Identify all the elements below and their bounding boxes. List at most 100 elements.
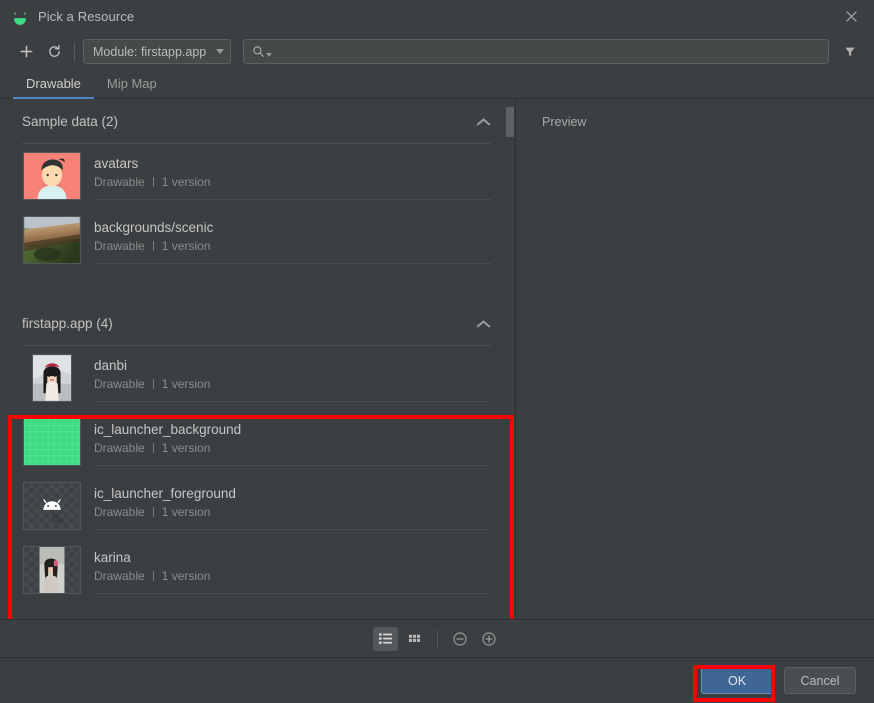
karina-thumb — [23, 546, 81, 594]
list-item-type: Drawable — [94, 239, 145, 253]
list-item-type: Drawable — [94, 175, 145, 189]
danbi-thumb — [32, 354, 72, 402]
list-item-text: ic_launcher_background Drawable 1 versio… — [94, 418, 491, 466]
zoom-out-button[interactable] — [448, 627, 473, 651]
list-view-button[interactable] — [372, 626, 398, 651]
cancel-button[interactable]: Cancel — [784, 667, 856, 694]
list-item-versions: 1 version — [161, 505, 211, 519]
launcher-bg-thumb — [23, 418, 81, 466]
subtitle-separator — [152, 571, 154, 581]
list-item-text: karina Drawable 1 version — [94, 546, 491, 594]
view-mode-toolbar — [0, 619, 874, 657]
list-item-subtitle: Drawable 1 version — [94, 175, 491, 189]
zoom-in-icon — [482, 631, 496, 646]
filter-button[interactable] — [837, 39, 863, 65]
list-item-subtitle: Drawable 1 version — [94, 441, 491, 455]
list-item-versions: 1 version — [161, 377, 211, 391]
thumbnail-wrapper — [22, 417, 82, 467]
list-item[interactable]: danbi Drawable 1 version — [0, 346, 515, 410]
tab-drawable-label: Drawable — [26, 76, 81, 91]
search-options-caret-icon — [266, 52, 273, 57]
sample-data-list: avatars Drawable 1 version backgrounds/s… — [0, 144, 515, 272]
search-icon[interactable] — [252, 45, 273, 58]
subtitle-separator — [152, 443, 154, 453]
module-selector[interactable]: Module: firstapp.app — [83, 39, 232, 64]
list-item-name: ic_launcher_background — [94, 422, 242, 437]
scenic-thumb — [23, 216, 81, 264]
section-title-sample-data: Sample data (2) — [22, 113, 119, 129]
list-item-subtitle: Drawable 1 version — [94, 377, 491, 391]
list-item[interactable]: karina Drawable 1 version — [0, 538, 515, 602]
thumbnail-wrapper — [22, 215, 82, 265]
subtitle-separator — [152, 241, 154, 251]
list-item[interactable]: ic_launcher_background Drawable 1 versio… — [0, 410, 515, 474]
preview-label: Preview — [542, 115, 587, 129]
window-titlebar: Pick a Resource — [0, 0, 874, 33]
tab-drawable[interactable]: Drawable — [13, 76, 94, 99]
list-item-name: backgrounds/scenic — [94, 220, 214, 235]
tab-mipmap[interactable]: Mip Map — [94, 76, 170, 98]
scrollbar-thumb[interactable] — [506, 107, 514, 137]
android-icon — [14, 11, 26, 25]
launcher-fg-thumb — [23, 482, 81, 530]
list-item-subtitle: Drawable 1 version — [94, 505, 491, 519]
list-item-type: Drawable — [94, 569, 145, 583]
zoom-in-button[interactable] — [477, 627, 502, 651]
subtitle-separator — [152, 177, 154, 187]
subtitle-separator — [152, 379, 154, 389]
search-input[interactable] — [277, 44, 820, 59]
resource-type-tabs: Drawable Mip Map — [0, 70, 874, 99]
dialog-body: Sample data (2) avatars Drawable 1 versi… — [0, 99, 874, 619]
list-view-icon — [378, 633, 392, 644]
chevron-up-icon[interactable] — [477, 319, 491, 328]
list-item-subtitle: Drawable 1 version — [94, 569, 491, 583]
section-title-firstapp: firstapp.app (4) — [22, 315, 113, 331]
firstapp-resource-list: danbi Drawable 1 version ic_launcher_bac… — [0, 346, 515, 602]
list-item-type: Drawable — [94, 441, 145, 455]
zoom-out-icon — [453, 631, 467, 646]
thumbnail-wrapper — [22, 545, 82, 595]
search-input-wrapper[interactable] — [243, 39, 829, 64]
list-item-versions: 1 version — [161, 441, 211, 455]
section-header-firstapp[interactable]: firstapp.app (4) — [0, 301, 515, 345]
refresh-button[interactable] — [40, 39, 68, 65]
list-item-type: Drawable — [94, 377, 145, 391]
list-item-name: ic_launcher_foreground — [94, 486, 236, 501]
list-item[interactable]: avatars Drawable 1 version — [0, 144, 515, 208]
close-icon[interactable] — [828, 0, 874, 33]
view-toolbar-divider — [436, 629, 438, 648]
grid-view-button[interactable] — [402, 627, 427, 651]
chevron-down-icon — [216, 49, 225, 54]
resource-list-pane: Sample data (2) avatars Drawable 1 versi… — [0, 99, 515, 619]
module-selector-label: Module: firstapp.app — [93, 44, 207, 59]
filter-icon — [845, 47, 855, 56]
resource-toolbar: Module: firstapp.app — [0, 33, 874, 70]
list-item-text: ic_launcher_foreground Drawable 1 versio… — [94, 482, 491, 530]
thumbnail-wrapper — [22, 481, 82, 531]
add-resource-button[interactable] — [12, 39, 40, 65]
thumbnail-wrapper — [22, 151, 82, 201]
resource-list-scrollbar[interactable] — [505, 99, 515, 619]
list-item-versions: 1 version — [161, 175, 211, 189]
list-item-versions: 1 version — [161, 239, 211, 253]
avatar-thumb — [23, 152, 81, 200]
list-item-type: Drawable — [94, 505, 145, 519]
plus-icon — [20, 45, 32, 58]
subtitle-separator — [152, 507, 154, 517]
list-item-name: danbi — [94, 358, 128, 373]
list-item-text: backgrounds/scenic Drawable 1 version — [94, 216, 491, 264]
ok-button[interactable]: OK — [701, 667, 773, 694]
section-header-sample-data[interactable]: Sample data (2) — [0, 99, 515, 143]
list-item-versions: 1 version — [161, 569, 211, 583]
chevron-up-icon[interactable] — [477, 117, 491, 126]
list-item[interactable]: ic_launcher_foreground Drawable 1 versio… — [0, 474, 515, 538]
list-item-text: avatars Drawable 1 version — [94, 152, 491, 200]
tab-mipmap-label: Mip Map — [106, 76, 157, 91]
dialog-footer: OK Cancel — [0, 657, 874, 703]
list-item-text: danbi Drawable 1 version — [94, 354, 491, 402]
preview-pane: Preview — [516, 99, 874, 619]
thumbnail-wrapper — [22, 353, 82, 403]
refresh-icon — [48, 44, 60, 57]
list-item[interactable]: backgrounds/scenic Drawable 1 version — [0, 208, 515, 272]
window-title: Pick a Resource — [38, 9, 135, 24]
